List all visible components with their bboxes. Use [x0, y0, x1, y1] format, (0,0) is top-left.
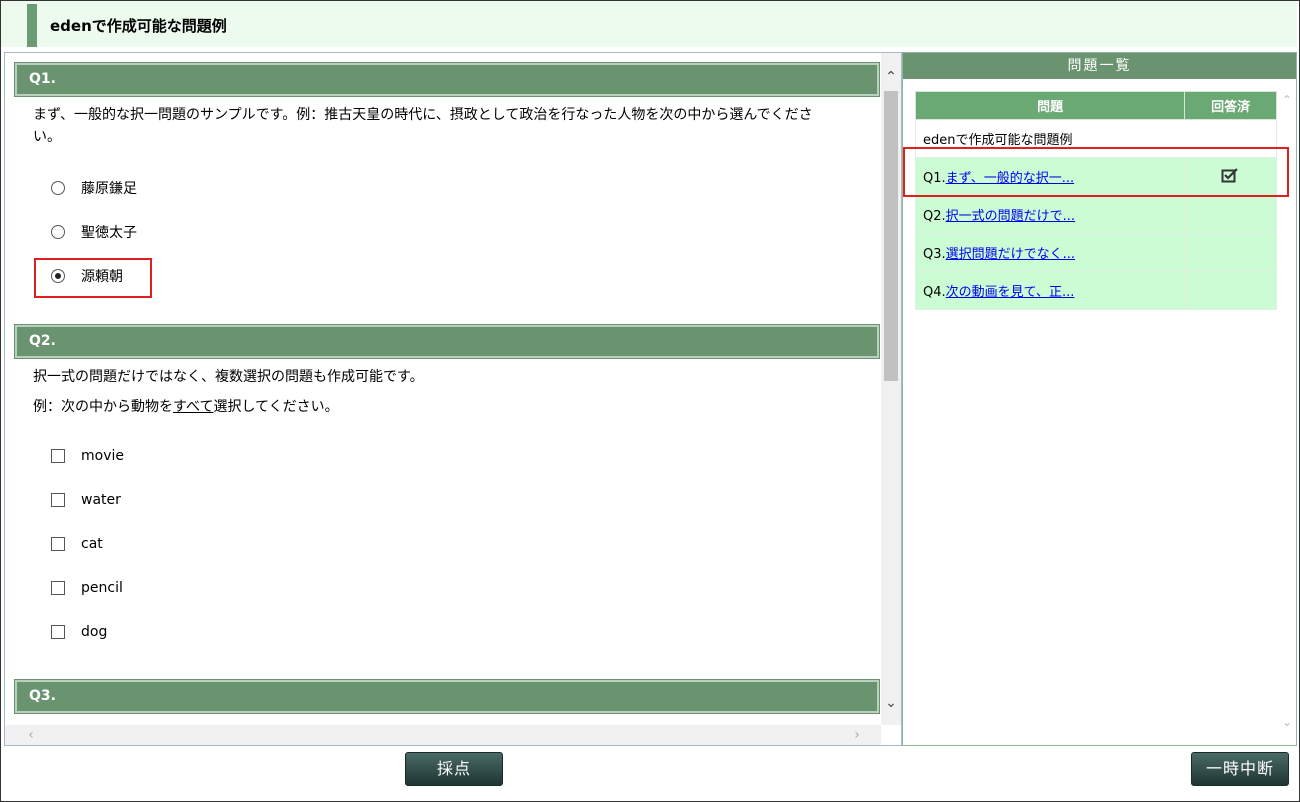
radio-button[interactable]	[51, 181, 65, 195]
pause-button[interactable]: 一時中断	[1191, 752, 1289, 786]
checkbox[interactable]	[51, 493, 65, 507]
question-1-option-2[interactable]: 聖徳太子	[51, 220, 137, 244]
table-row: Q4.次の動画を見て、正...	[914, 271, 1277, 310]
option-label: dog	[81, 624, 108, 640]
chevron-left-icon[interactable]: ‹	[21, 725, 41, 745]
question-1-option-1[interactable]: 藤原鎌足	[51, 176, 137, 200]
option-label: movie	[81, 448, 124, 464]
column-header-question: 問題	[914, 91, 1186, 120]
checkbox[interactable]	[51, 537, 65, 551]
question-2-option-1[interactable]: movie	[51, 444, 124, 468]
option-label: water	[81, 492, 121, 508]
page-title: edenで作成可能な問題例	[50, 17, 227, 35]
vertical-scrollbar[interactable]: ⌃ ⌄	[881, 53, 901, 725]
question-2-text-line2: 例：次の中から動物をすべて選択してください。	[33, 399, 339, 415]
chevron-up-icon[interactable]: ⌃	[881, 67, 901, 87]
question-2-option-3[interactable]: cat	[51, 532, 103, 556]
grade-button[interactable]: 採点	[405, 752, 503, 786]
question-link-2[interactable]: 択一式の問題だけで...	[946, 209, 1075, 224]
question-list-title: 問題一覧	[903, 53, 1296, 79]
table-row: Q3.選択問題だけでなく...	[914, 233, 1277, 272]
option-label: 藤原鎌足	[81, 181, 137, 197]
page-header: edenで作成可能な問題例	[1, 1, 1297, 47]
answered-row-highlight	[903, 147, 1289, 197]
table-row: Q2.択一式の問題だけで...	[914, 195, 1277, 234]
question-2-option-2[interactable]: water	[51, 488, 121, 512]
emphasis-all: すべて	[173, 399, 214, 415]
option-label: pencil	[81, 580, 123, 596]
question-2-text-line1: 択一式の問題だけではなく、複数選択の問題も作成可能です。	[33, 369, 424, 385]
question-2-header: Q2.	[15, 325, 879, 358]
scrollbar-thumb[interactable]	[884, 91, 898, 381]
question-content: Q1. まず、一般的な択一問題のサンプルです。例：推古天皇の時代に、摂政として政…	[5, 53, 881, 725]
header-accent-bar	[27, 4, 37, 47]
question-1-text-line2: い。	[33, 129, 61, 145]
question-2-option-5[interactable]: dog	[51, 620, 107, 644]
checkbox[interactable]	[51, 449, 65, 463]
option-label: cat	[81, 536, 103, 552]
checkbox[interactable]	[51, 625, 65, 639]
chevron-up-icon[interactable]: ⌃	[1278, 93, 1296, 111]
chevron-down-icon[interactable]: ⌄	[1278, 715, 1296, 733]
question-list-table: 問題 回答済 edenで作成可能な問題例 Q1.まず、一般的な択一... Q2.…	[914, 91, 1277, 310]
question-2-option-4[interactable]: pencil	[51, 576, 123, 600]
question-3-header: Q3.	[15, 680, 879, 713]
horizontal-scrollbar[interactable]: ‹ ›	[5, 725, 881, 745]
question-1-text: まず、一般的な択一問題のサンプルです。例：推古天皇の時代に、摂政として政治を行な…	[33, 104, 813, 148]
selection-highlight	[34, 258, 152, 298]
question-pane: Q1. まず、一般的な択一問題のサンプルです。例：推古天皇の時代に、摂政として政…	[4, 52, 902, 746]
question-link-4[interactable]: 次の動画を見て、正...	[946, 285, 1075, 300]
checkbox[interactable]	[51, 581, 65, 595]
question-1-header: Q1.	[15, 63, 879, 96]
question-1-text-line1: まず、一般的な択一問題のサンプルです。例：推古天皇の時代に、摂政として政治を行な…	[33, 107, 813, 123]
chevron-right-icon[interactable]: ›	[847, 725, 867, 745]
chevron-down-icon[interactable]: ⌄	[881, 693, 901, 713]
radio-button[interactable]	[51, 225, 65, 239]
option-label: 聖徳太子	[81, 225, 137, 241]
question-link-3[interactable]: 選択問題だけでなく...	[946, 247, 1075, 262]
column-header-answered: 回答済	[1184, 91, 1277, 120]
